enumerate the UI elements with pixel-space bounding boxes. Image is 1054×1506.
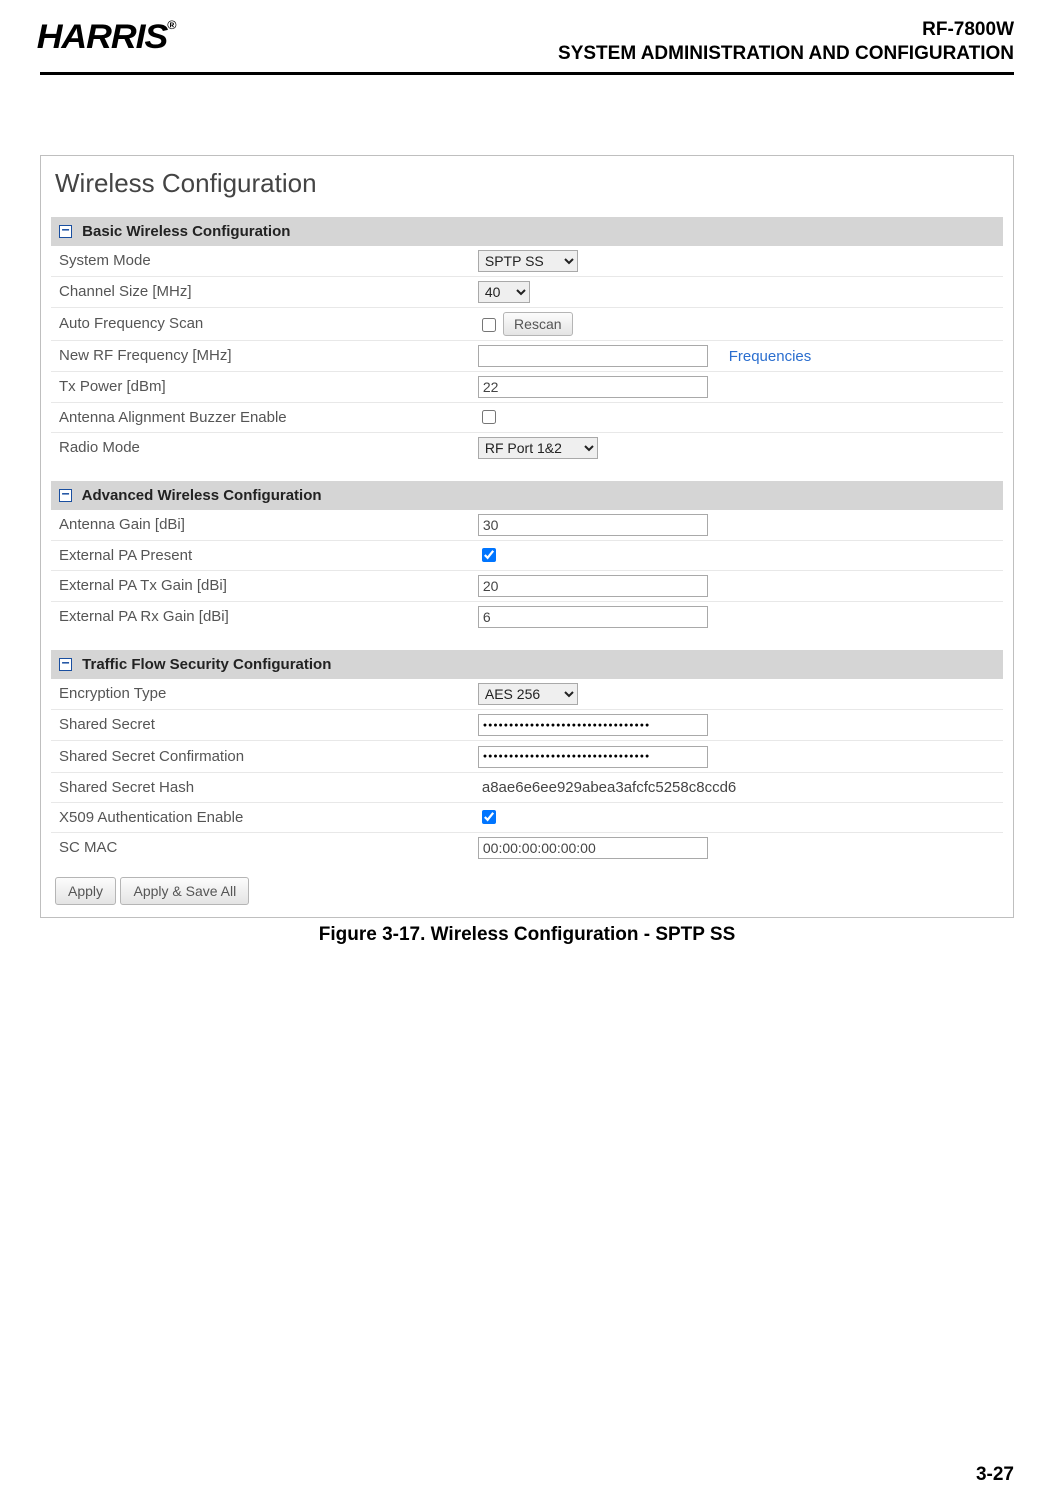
screenshot-frame: Wireless Configuration − Basic Wireless … bbox=[40, 155, 1014, 918]
ext-pa-present-checkbox[interactable] bbox=[482, 548, 496, 562]
section-header-basic[interactable]: − Basic Wireless Configuration bbox=[51, 217, 1003, 246]
row-ant-gain: Antenna Gain [dBi] bbox=[51, 510, 1003, 541]
row-channel-size: Channel Size [MHz] 40 bbox=[51, 276, 1003, 307]
channel-size-select[interactable]: 40 bbox=[478, 281, 530, 303]
auto-freq-scan-checkbox[interactable] bbox=[482, 318, 496, 332]
ant-gain-input[interactable] bbox=[478, 514, 708, 536]
row-shared-secret-conf: Shared Secret Confirmation bbox=[51, 741, 1003, 773]
apply-save-button[interactable]: Apply & Save All bbox=[120, 877, 249, 905]
label-enc-type: Encryption Type bbox=[51, 679, 470, 710]
doc-title-block: RF-7800W SYSTEM ADMINISTRATION AND CONFI… bbox=[558, 18, 1014, 66]
section-header-label: Traffic Flow Security Configuration bbox=[82, 656, 331, 673]
row-ext-pa-tx: External PA Tx Gain [dBi] bbox=[51, 570, 1003, 601]
harris-logo: HARRIS® bbox=[37, 18, 176, 57]
row-auto-freq-scan: Auto Frequency Scan Rescan bbox=[51, 307, 1003, 340]
shared-secret-hash-value: a8ae6e6ee929abea3afcfc5258c8ccd6 bbox=[478, 779, 736, 796]
label-channel-size: Channel Size [MHz] bbox=[51, 276, 470, 307]
ext-pa-rx-input[interactable] bbox=[478, 606, 708, 628]
doc-code: RF-7800W bbox=[558, 18, 1014, 42]
row-ext-pa-rx: External PA Rx Gain [dBi] bbox=[51, 601, 1003, 632]
shared-secret-conf-input[interactable] bbox=[478, 746, 708, 768]
shared-secret-input[interactable] bbox=[478, 714, 708, 736]
label-shared-secret: Shared Secret bbox=[51, 709, 470, 741]
collapse-icon[interactable]: − bbox=[59, 658, 72, 671]
row-ext-pa-present: External PA Present bbox=[51, 540, 1003, 570]
ant-buzzer-checkbox[interactable] bbox=[482, 410, 496, 424]
x509-checkbox[interactable] bbox=[482, 810, 496, 824]
label-ext-pa-rx: External PA Rx Gain [dBi] bbox=[51, 601, 470, 632]
label-system-mode: System Mode bbox=[51, 246, 470, 277]
row-radio-mode: Radio Mode RF Port 1&2 bbox=[51, 432, 1003, 463]
row-enc-type: Encryption Type AES 256 bbox=[51, 679, 1003, 710]
label-shared-secret-hash: Shared Secret Hash bbox=[51, 772, 470, 802]
button-row: Apply Apply & Save All bbox=[51, 877, 1003, 905]
section-header-tfs[interactable]: − Traffic Flow Security Configuration bbox=[51, 650, 1003, 679]
page-header: HARRIS® RF-7800W SYSTEM ADMINISTRATION A… bbox=[40, 18, 1014, 75]
tx-power-input[interactable] bbox=[478, 376, 708, 398]
row-shared-secret: Shared Secret bbox=[51, 709, 1003, 741]
row-shared-secret-hash: Shared Secret Hash a8ae6e6ee929abea3afcf… bbox=[51, 772, 1003, 802]
sc-mac-input[interactable] bbox=[478, 837, 708, 859]
row-x509: X509 Authentication Enable bbox=[51, 802, 1003, 832]
label-x509: X509 Authentication Enable bbox=[51, 802, 470, 832]
new-rf-freq-input[interactable] bbox=[478, 345, 708, 367]
ext-pa-tx-input[interactable] bbox=[478, 575, 708, 597]
label-tx-power: Tx Power [dBm] bbox=[51, 371, 470, 402]
apply-button[interactable]: Apply bbox=[55, 877, 116, 905]
logo-text: HARRIS bbox=[37, 18, 168, 56]
doc-section: SYSTEM ADMINISTRATION AND CONFIGURATION bbox=[558, 42, 1014, 66]
label-ext-pa-tx: External PA Tx Gain [dBi] bbox=[51, 570, 470, 601]
row-tx-power: Tx Power [dBm] bbox=[51, 371, 1003, 402]
row-system-mode: System Mode SPTP SS bbox=[51, 246, 1003, 277]
label-radio-mode: Radio Mode bbox=[51, 432, 470, 463]
label-ext-pa-present: External PA Present bbox=[51, 540, 470, 570]
rescan-button[interactable]: Rescan bbox=[503, 312, 572, 336]
figure-caption: Figure 3-17. Wireless Configuration - SP… bbox=[40, 924, 1014, 946]
section-header-label: Basic Wireless Configuration bbox=[82, 223, 290, 240]
section-header-advanced[interactable]: − Advanced Wireless Configuration bbox=[51, 481, 1003, 510]
basic-table: System Mode SPTP SS Channel Size [MHz] 4… bbox=[51, 246, 1003, 463]
enc-type-select[interactable]: AES 256 bbox=[478, 683, 578, 705]
collapse-icon[interactable]: − bbox=[59, 489, 72, 502]
logo-reg: ® bbox=[167, 18, 175, 32]
label-sc-mac: SC MAC bbox=[51, 832, 470, 863]
collapse-icon[interactable]: − bbox=[59, 225, 72, 238]
radio-mode-select[interactable]: RF Port 1&2 bbox=[478, 437, 598, 459]
label-shared-secret-conf: Shared Secret Confirmation bbox=[51, 741, 470, 773]
frequencies-link[interactable]: Frequencies bbox=[729, 348, 812, 365]
label-new-rf-freq: New RF Frequency [MHz] bbox=[51, 340, 470, 371]
section-header-label: Advanced Wireless Configuration bbox=[82, 487, 322, 504]
row-new-rf-freq: New RF Frequency [MHz] Frequencies bbox=[51, 340, 1003, 371]
page-number: 3-27 bbox=[976, 1464, 1014, 1486]
advanced-table: Antenna Gain [dBi] External PA Present E… bbox=[51, 510, 1003, 632]
row-sc-mac: SC MAC bbox=[51, 832, 1003, 863]
row-ant-buzzer: Antenna Alignment Buzzer Enable bbox=[51, 402, 1003, 432]
system-mode-select[interactable]: SPTP SS bbox=[478, 250, 578, 272]
label-ant-buzzer: Antenna Alignment Buzzer Enable bbox=[51, 402, 470, 432]
panel-title: Wireless Configuration bbox=[55, 168, 1003, 199]
label-ant-gain: Antenna Gain [dBi] bbox=[51, 510, 470, 541]
label-auto-freq-scan: Auto Frequency Scan bbox=[51, 307, 470, 340]
tfs-table: Encryption Type AES 256 Shared Secret Sh… bbox=[51, 679, 1003, 863]
